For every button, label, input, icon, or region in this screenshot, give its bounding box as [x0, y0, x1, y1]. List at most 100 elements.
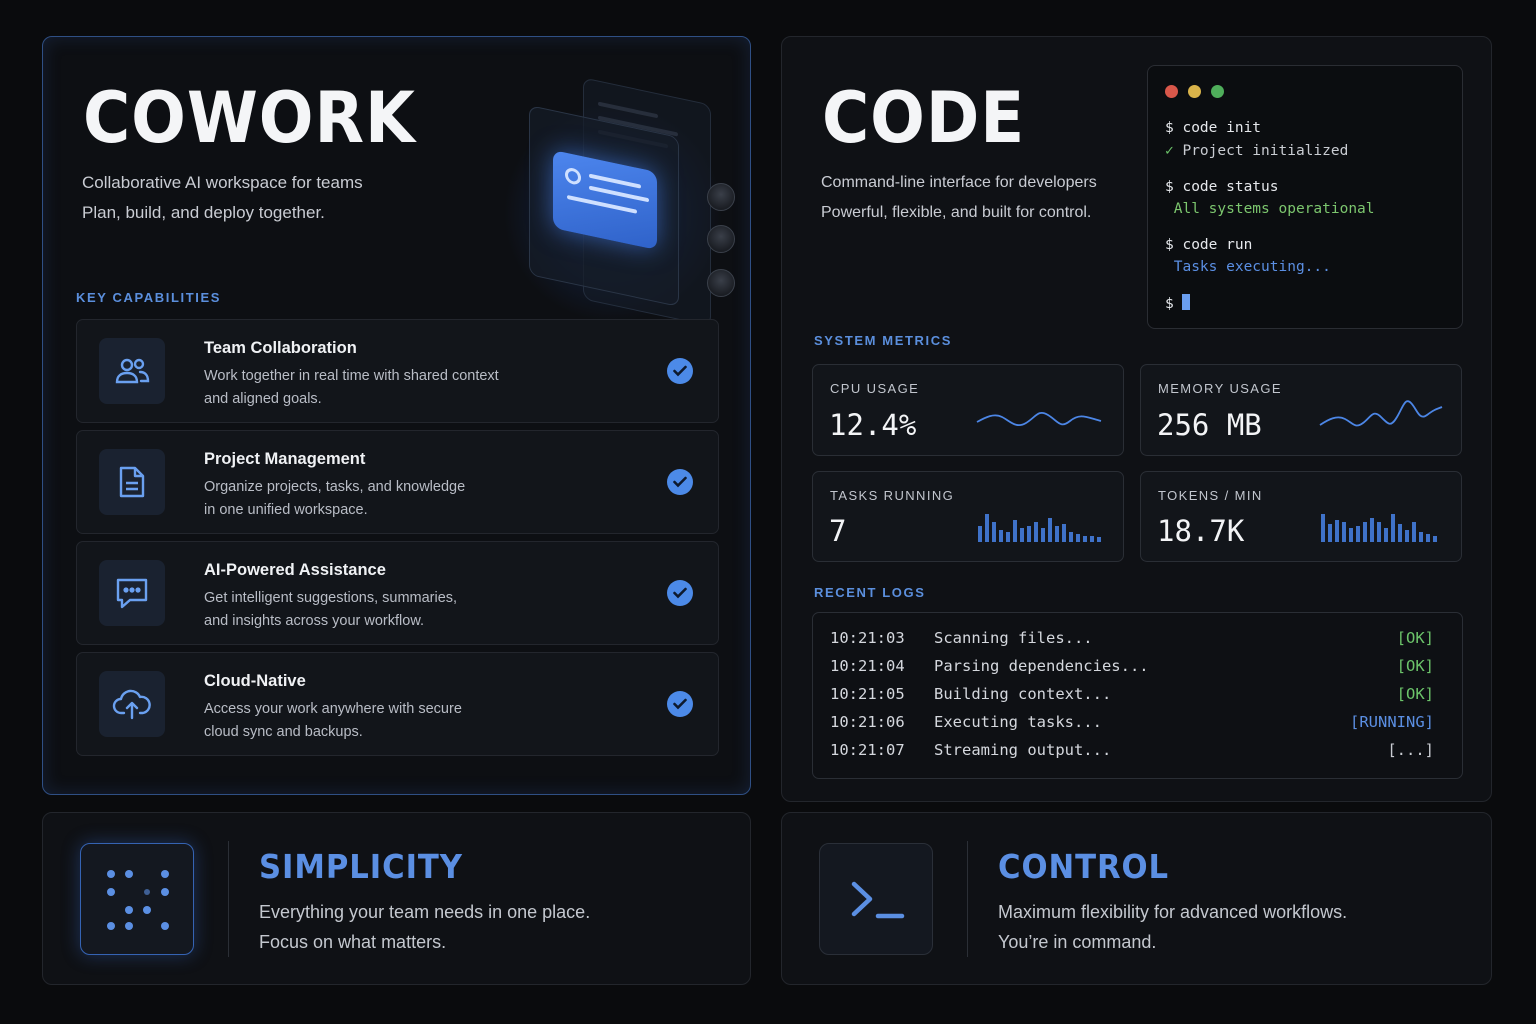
- metric-cpu-usage: CPU USAGE 12.4%: [812, 364, 1124, 456]
- capability-project-management[interactable]: Project Management Organize projects, ta…: [76, 430, 719, 534]
- metric-value: 256 MB: [1157, 408, 1262, 442]
- capability-description-line: Get intelligent suggestions, summaries,: [204, 590, 458, 606]
- metric-label: TOKENS / MIN: [1158, 488, 1263, 503]
- system-metrics-label: SYSTEM METRICS: [814, 333, 952, 348]
- log-message: Building context...: [934, 685, 1112, 703]
- simplicity-line-2: Focus on what matters.: [259, 932, 447, 952]
- cursor: [1182, 294, 1191, 310]
- metric-value: 12.4%: [829, 408, 917, 442]
- terminal-success: All systems operational: [1165, 201, 1375, 217]
- terminal-command: $ code run: [1165, 237, 1253, 253]
- recent-logs-list[interactable]: 10:21:03 Scanning files... [OK] 10:21:04…: [812, 612, 1463, 779]
- log-row: 10:21:05 Building context... [OK]: [830, 685, 1434, 711]
- metric-label: CPU USAGE: [830, 381, 920, 396]
- log-status-ok: [OK]: [1396, 629, 1434, 647]
- log-message: Executing tasks...: [934, 713, 1102, 731]
- capability-title: Project Management: [204, 450, 366, 468]
- capability-cloud-native[interactable]: Cloud-Native Access your work anywhere w…: [76, 652, 719, 756]
- capability-description-line: Access your work anywhere with secure: [204, 701, 462, 717]
- log-status-pending: [...]: [1387, 741, 1434, 759]
- cowork-title: COWORK: [83, 77, 416, 159]
- control-text: Maximum flexibility for advanced workflo…: [998, 897, 1347, 957]
- terminal-output: ✓ Project initialized: [1165, 143, 1348, 159]
- capability-description-line: and insights across your workflow.: [204, 612, 425, 629]
- recent-logs-label: RECENT LOGS: [814, 585, 926, 600]
- divider: [967, 841, 968, 957]
- terminal-info: Tasks executing...: [1165, 259, 1331, 275]
- cloud-upload-icon: [99, 671, 165, 737]
- window-close-icon[interactable]: [1165, 85, 1178, 98]
- log-message: Streaming output...: [934, 741, 1112, 759]
- cowork-panel: COWORK Collaborative AI workspace for te…: [42, 36, 751, 795]
- control-line-2: You’re in command.: [998, 932, 1157, 952]
- divider: [228, 841, 229, 957]
- prompt-symbol: $: [1165, 296, 1183, 312]
- capability-description-line: Organize projects, tasks, and knowledge: [204, 479, 466, 495]
- log-status-ok: [OK]: [1396, 657, 1434, 675]
- capability-description: Access your work anywhere with secure cl…: [204, 698, 554, 743]
- capability-description-line: cloud sync and backups.: [204, 723, 363, 740]
- simplicity-line-1: Everything your team needs in one place.: [259, 902, 591, 922]
- simplicity-title: SIMPLICITY: [259, 847, 463, 886]
- control-panel: CONTROL Maximum flexibility for advanced…: [781, 812, 1492, 985]
- log-message: Parsing dependencies...: [934, 657, 1149, 675]
- log-row: 10:21:04 Parsing dependencies... [OK]: [830, 657, 1434, 683]
- terminal-prompt[interactable]: $: [1165, 294, 1191, 312]
- capability-description-line: in one unified workspace.: [204, 501, 368, 518]
- capability-title: Cloud-Native: [204, 672, 306, 690]
- collaboration-illustration: [483, 63, 753, 327]
- log-row: 10:21:06 Executing tasks... [RUNNING]: [830, 713, 1434, 739]
- metric-label: TASKS RUNNING: [830, 488, 955, 503]
- log-message: Scanning files...: [934, 629, 1093, 647]
- log-row: 10:21:07 Streaming output... [...]: [830, 741, 1434, 767]
- capability-team-collaboration[interactable]: Team Collaboration Work together in real…: [76, 319, 719, 423]
- avatar-icon: [707, 225, 735, 253]
- checkmark-icon: [667, 580, 693, 606]
- simplicity-panel: SIMPLICITY Everything your team needs in…: [42, 812, 751, 985]
- cpu-sparkline: [976, 411, 1102, 427]
- dot-grid-icon: [80, 843, 194, 955]
- log-row: 10:21:03 Scanning files... [OK]: [830, 629, 1434, 655]
- metric-value: 18.7K: [1157, 514, 1245, 548]
- tokens-bar-sparkline: [1321, 514, 1437, 542]
- terminal-command: $ code status: [1165, 179, 1279, 195]
- cowork-subtitle: Collaborative AI workspace for teams Pla…: [82, 168, 363, 228]
- metric-value: 7: [829, 514, 847, 548]
- terminal-output-text: Project initialized: [1173, 143, 1349, 159]
- capability-description: Work together in real time with shared c…: [204, 365, 554, 410]
- document-icon: [99, 449, 165, 515]
- memory-sparkline: [1319, 400, 1443, 427]
- code-subtitle-line-1: Command-line interface for developers: [821, 174, 1097, 191]
- terminal-window[interactable]: $ code init ✓ Project initialized $ code…: [1147, 65, 1463, 329]
- log-status-running: [RUNNING]: [1350, 713, 1434, 731]
- checkmark-icon: [667, 691, 693, 717]
- log-status-ok: [OK]: [1396, 685, 1434, 703]
- metric-memory-usage: MEMORY USAGE 256 MB: [1140, 364, 1462, 456]
- window-minimize-icon[interactable]: [1188, 85, 1201, 98]
- terminal-prompt-icon: [819, 843, 933, 955]
- checkmark-icon: ✓: [1165, 143, 1174, 159]
- chat-bubble-icon: [99, 560, 165, 626]
- code-panel: CODE Command-line interface for develope…: [781, 36, 1492, 802]
- control-line-1: Maximum flexibility for advanced workflo…: [998, 902, 1348, 922]
- users-icon: [99, 338, 165, 404]
- metric-label: MEMORY USAGE: [1158, 381, 1282, 396]
- capability-ai-powered-assistance[interactable]: AI-Powered Assistance Get intelligent su…: [76, 541, 719, 645]
- code-subtitle-line-2: Powerful, flexible, and built for contro…: [821, 204, 1092, 221]
- tasks-bar-sparkline: [978, 514, 1101, 542]
- code-subtitle: Command-line interface for developers Po…: [821, 168, 1097, 228]
- avatar-icon: [707, 183, 735, 211]
- metric-tokens-per-min: TOKENS / MIN 18.7K: [1140, 471, 1462, 562]
- capability-description: Organize projects, tasks, and knowledge …: [204, 476, 554, 521]
- capability-description-line: Work together in real time with shared c…: [204, 368, 499, 384]
- capability-title: AI-Powered Assistance: [204, 561, 386, 579]
- log-time: 10:21:05: [830, 685, 905, 703]
- log-time: 10:21:06: [830, 713, 905, 731]
- capability-description-line: and aligned goals.: [204, 390, 322, 407]
- code-title: CODE: [822, 77, 1026, 159]
- window-maximize-icon[interactable]: [1211, 85, 1224, 98]
- key-capabilities-label: KEY CAPABILITIES: [76, 290, 222, 305]
- capability-title: Team Collaboration: [204, 339, 357, 357]
- control-title: CONTROL: [998, 847, 1170, 886]
- simplicity-text: Everything your team needs in one place.…: [259, 897, 590, 957]
